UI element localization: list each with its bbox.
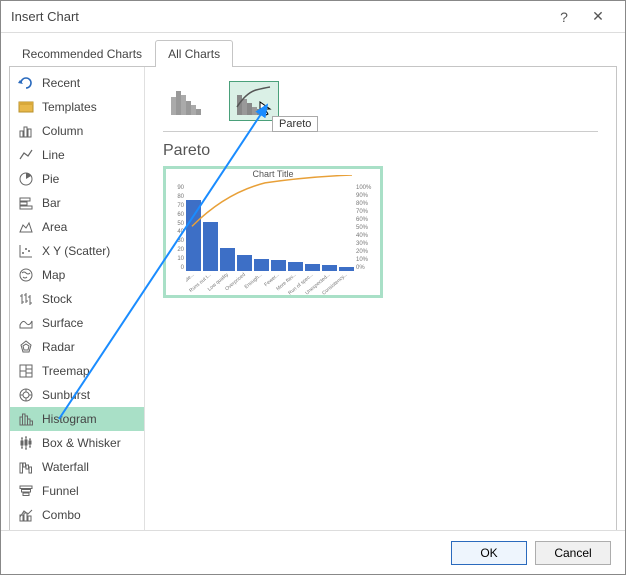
surface-icon (18, 315, 34, 331)
map-icon (18, 267, 34, 283)
recent-icon (18, 75, 34, 91)
waterfall-icon (18, 459, 34, 475)
sidebar-item-radar[interactable]: Radar (10, 335, 144, 359)
sidebar-item-area[interactable]: Area (10, 215, 144, 239)
sidebar-item-xy-scatter[interactable]: X Y (Scatter) (10, 239, 144, 263)
cancel-button[interactable]: Cancel (535, 541, 611, 565)
sidebar-item-templates[interactable]: Templates (10, 95, 144, 119)
stock-icon (18, 291, 34, 307)
sidebar-item-label: Map (42, 268, 65, 282)
bar-icon (18, 195, 34, 211)
sidebar-item-bar[interactable]: Bar (10, 191, 144, 215)
sidebar-item-label: Pie (42, 172, 59, 186)
sidebar-item-treemap[interactable]: Treemap (10, 359, 144, 383)
pareto-line-icon (186, 175, 354, 254)
sidebar-item-label: Histogram (42, 412, 97, 426)
templates-icon (18, 99, 34, 115)
chart-preview[interactable]: Chart Title 9080706050403020100 100%90%8… (163, 166, 383, 298)
box-whisker-icon (18, 435, 34, 451)
sidebar-item-label: Funnel (42, 484, 79, 498)
sidebar-item-line[interactable]: Line (10, 143, 144, 167)
cursor-icon (258, 100, 274, 116)
radar-icon (18, 339, 34, 355)
sidebar-item-recent[interactable]: Recent (10, 71, 144, 95)
sidebar-item-label: Bar (42, 196, 61, 210)
titlebar: Insert Chart ? ✕ (1, 1, 625, 33)
sidebar-item-surface[interactable]: Surface (10, 311, 144, 335)
dialog-footer: OK Cancel (1, 530, 625, 574)
subtype-title: Pareto (163, 142, 598, 160)
pie-icon (18, 171, 34, 187)
help-button[interactable]: ? (547, 5, 581, 29)
sidebar-item-combo[interactable]: Combo (10, 503, 144, 527)
main-pane: Pareto Pareto Chart Title 90807060504030… (145, 67, 616, 531)
y2-axis-ticks: 100%90%80%70%60%50%40%30%20%10%0% (356, 185, 376, 271)
tab-all-charts[interactable]: All Charts (155, 40, 233, 67)
sidebar-item-label: X Y (Scatter) (42, 244, 110, 258)
column-icon (18, 123, 34, 139)
ok-button[interactable]: OK (451, 541, 527, 565)
tab-recommended-charts[interactable]: Recommended Charts (9, 40, 155, 67)
sidebar-item-label: Stock (42, 292, 72, 306)
area-icon (18, 219, 34, 235)
subtype-histogram[interactable] (163, 81, 213, 121)
sidebar-item-label: Radar (42, 340, 75, 354)
x-axis-labels: Doesn't taste...Runs out t...Low quality… (186, 271, 356, 295)
sidebar-item-label: Recent (42, 76, 80, 90)
sidebar-item-label: Waterfall (42, 460, 89, 474)
sidebar-item-sunburst[interactable]: Sunburst (10, 383, 144, 407)
sidebar-item-label: Line (42, 148, 65, 162)
sidebar-item-label: Column (42, 124, 83, 138)
sidebar-item-column[interactable]: Column (10, 119, 144, 143)
sidebar-item-label: Templates (42, 100, 97, 114)
combo-icon (18, 507, 34, 523)
scatter-icon (18, 243, 34, 259)
sidebar-item-pie[interactable]: Pie (10, 167, 144, 191)
histogram-icon (18, 411, 34, 427)
subtype-row: Pareto (163, 81, 598, 132)
sunburst-icon (18, 387, 34, 403)
funnel-icon (18, 483, 34, 499)
sidebar-item-label: Surface (42, 316, 83, 330)
chart-type-sidebar: Recent Templates Column Line (10, 67, 145, 531)
sidebar-item-histogram[interactable]: Histogram (10, 407, 144, 431)
subtype-pareto[interactable]: Pareto (229, 81, 279, 121)
close-button[interactable]: ✕ (581, 5, 615, 29)
sidebar-item-box-whisker[interactable]: Box & Whisker (10, 431, 144, 455)
sidebar-item-waterfall[interactable]: Waterfall (10, 455, 144, 479)
y-axis-ticks: 9080706050403020100 (172, 185, 184, 271)
sidebar-item-label: Treemap (42, 364, 90, 378)
tab-strip: Recommended Charts All Charts (1, 33, 625, 66)
sidebar-item-funnel[interactable]: Funnel (10, 479, 144, 503)
sidebar-item-label: Area (42, 220, 67, 234)
sidebar-item-label: Box & Whisker (42, 436, 121, 450)
sidebar-item-stock[interactable]: Stock (10, 287, 144, 311)
sidebar-item-label: Sunburst (42, 388, 90, 402)
dialog-title: Insert Chart (11, 9, 547, 24)
sidebar-item-label: Combo (42, 508, 81, 522)
svg-text:Enough...: Enough... (244, 272, 264, 290)
treemap-icon (18, 363, 34, 379)
subtype-tooltip: Pareto (272, 116, 318, 132)
sidebar-item-map[interactable]: Map (10, 263, 144, 287)
line-icon (18, 147, 34, 163)
